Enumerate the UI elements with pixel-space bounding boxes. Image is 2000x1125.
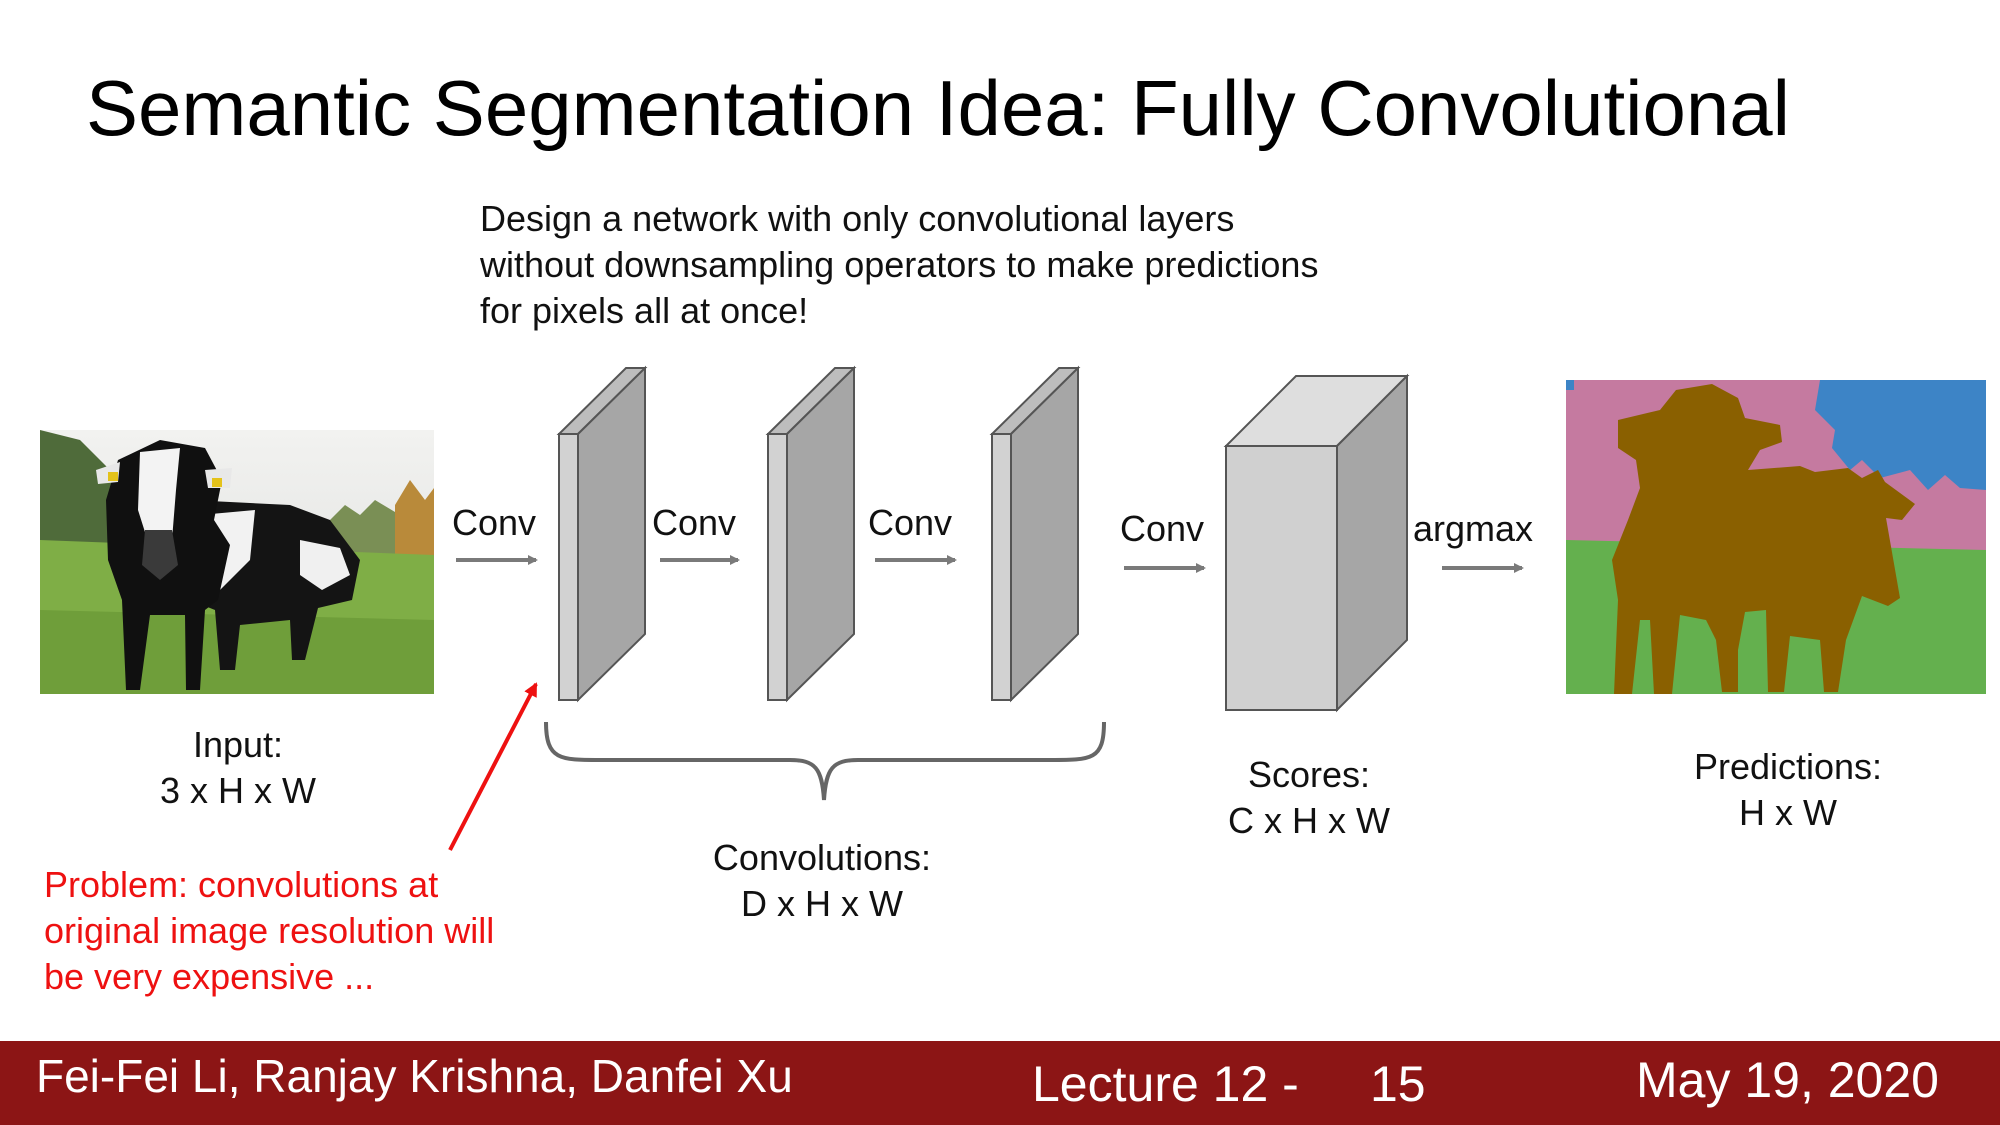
footer-date: May 19, 2020	[1636, 1052, 1939, 1108]
conv-label-4: Conv	[1120, 508, 1205, 549]
conv-layer-1	[556, 365, 648, 703]
conv-layer-3	[989, 365, 1081, 703]
footer-authors: Fei-Fei Li, Ranjay Krishna, Danfei Xu	[36, 1050, 793, 1102]
predictions-label: Predictions: H x W	[1693, 746, 1883, 833]
argmax-label: argmax	[1413, 508, 1534, 549]
convolutions-brace	[544, 721, 1106, 801]
scores-label: Scores: C x H x W	[1228, 754, 1390, 841]
conv-label-1: Conv	[452, 502, 537, 543]
conv-label-3: Conv	[868, 502, 953, 543]
conv-layer-2	[765, 365, 857, 703]
convolutions-label: Convolutions: D x H x W	[712, 837, 932, 924]
problem-arrow	[448, 682, 538, 851]
footer-lecture: Lecture 12 -	[1032, 1056, 1299, 1112]
slide: Semantic Segmentation Idea: Fully Convol…	[0, 0, 2000, 1125]
input-cow-photo	[40, 430, 434, 694]
conv-label-2: Conv	[652, 502, 737, 543]
problem-note: Problem: convolutions at original image …	[44, 864, 495, 997]
input-label: Input: 3 x H x W	[159, 724, 316, 811]
slide-footer: Fei-Fei Li, Ranjay Krishna, Danfei Xu Le…	[0, 1041, 2000, 1125]
footer-page-number: 15	[1370, 1056, 1426, 1112]
scores-cube	[1223, 373, 1410, 713]
predictions-segmentation-map	[1566, 380, 1986, 694]
